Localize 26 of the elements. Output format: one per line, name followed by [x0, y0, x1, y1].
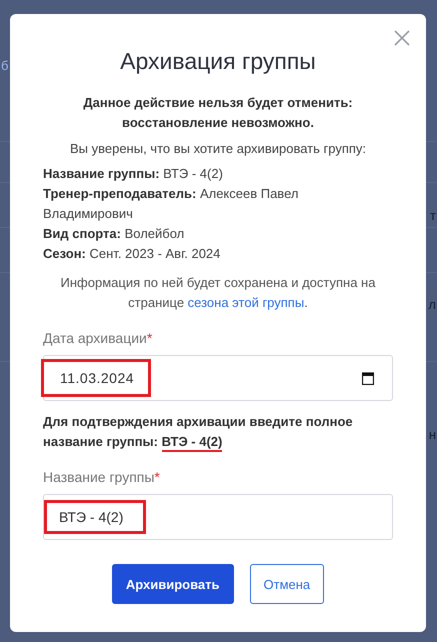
confirm-text: Для подтверждения архивации введите полное название группы: ВТЭ - 4(2) — [43, 412, 393, 452]
background-text: л — [428, 297, 436, 312]
background-text: н — [428, 427, 436, 442]
date-field[interactable]: 11.03.2024 — [43, 355, 393, 401]
required-mark: * — [154, 469, 160, 485]
cancel-button[interactable]: Отмена — [250, 564, 324, 604]
detail-line: Название группы: ВТЭ - 4(2) — [43, 165, 224, 183]
date-value: 11.03.2024 — [41, 359, 152, 397]
required-mark: * — [146, 330, 152, 346]
detail-line: Тренер-преподаватель: Алексеев Павел Владимирович — [43, 185, 300, 223]
question-text: Вы уверены, что вы хотите архивировать группу: — [68, 141, 368, 156]
detail-line: Вид спорта: Волейбол — [43, 225, 186, 243]
field-label: Дата архивации — [43, 330, 147, 346]
detail-line: Сезон: Сент. 2023 - Авг. 2024 — [43, 245, 222, 263]
group-name-field[interactable]: ВТЭ - 4(2) — [43, 494, 393, 540]
archive-button[interactable]: Архивировать — [112, 564, 234, 604]
warning-text: Данное действие нельзя будет отменить: восстановление невозможно. — [82, 94, 354, 132]
calendar-icon[interactable] — [362, 372, 374, 384]
dialog-title: Архивация группы — [119, 48, 317, 75]
close-icon[interactable] — [394, 30, 410, 46]
season-link[interactable]: сезона этой группы — [188, 295, 304, 310]
group-name-value: ВТЭ - 4(2) — [44, 500, 146, 534]
field-label: Название группы — [43, 469, 154, 485]
info-text: Информация по ней будет сохранена и доступна на странице сезона этой группы. — [60, 274, 376, 312]
background-text: б — [1, 58, 8, 73]
background-text: т — [430, 208, 436, 223]
